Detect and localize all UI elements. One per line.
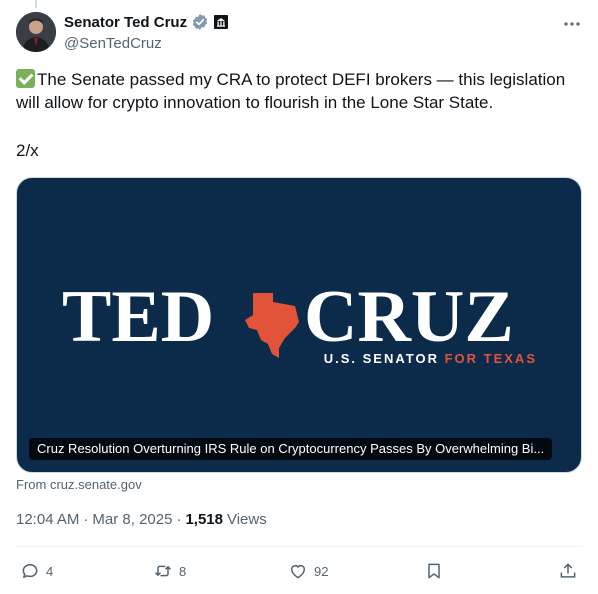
action-bar: 4 8 92	[16, 558, 582, 584]
reply-button[interactable]: 4	[20, 558, 53, 584]
more-options-icon[interactable]	[562, 14, 582, 34]
post-time[interactable]: 12:04 AM	[16, 511, 79, 528]
bookmark-button[interactable]	[424, 558, 444, 584]
thread-connector-line	[35, 0, 37, 8]
display-name[interactable]: Senator Ted Cruz	[64, 14, 187, 31]
tweet-text: The Senate passed my CRA to protect DEFI…	[16, 68, 582, 114]
bookmark-icon	[428, 563, 440, 579]
like-button[interactable]: 92	[288, 558, 328, 584]
repost-count: 8	[179, 563, 187, 579]
user-handle[interactable]: @SenTedCruz	[64, 35, 228, 52]
card-caption: Cruz Resolution Overturning IRS Rule on …	[29, 438, 553, 460]
tweet-header: Senator Ted Cruz @SenTedCruz	[16, 12, 582, 56]
avatar[interactable]	[16, 12, 56, 52]
like-count: 92	[314, 563, 329, 579]
views-label: Views	[226, 511, 267, 528]
post-date[interactable]: Mar 8, 2025	[92, 511, 172, 528]
check-mark-emoji-icon	[16, 69, 35, 88]
reply-count: 4	[46, 563, 54, 579]
share-button[interactable]	[558, 558, 578, 584]
link-source[interactable]: From cruz.senate.gov	[16, 477, 142, 492]
thread-marker: 2/x	[16, 141, 39, 160]
divider	[16, 546, 582, 547]
reply-icon	[22, 564, 38, 578]
repost-button[interactable]: 8	[153, 558, 186, 584]
ted-cruz-logo: TED CRUZ U.S. SENATOR FOR TEXAS	[62, 276, 537, 366]
government-building-icon[interactable]	[214, 15, 229, 29]
link-card[interactable]: TED CRUZ U.S. SENATOR FOR TEXAS Cruz Res…	[16, 177, 582, 473]
share-icon	[560, 563, 576, 578]
views-count: 1,518	[185, 511, 223, 528]
repost-icon	[154, 565, 172, 577]
svg-text:TED: TED	[62, 276, 214, 358]
svg-text:CRUZ: CRUZ	[304, 276, 514, 358]
tweet-body: The Senate passed my CRA to protect DEFI…	[16, 70, 566, 112]
svg-text:U.S. SENATOR FOR TEXAS: U.S. SENATOR FOR TEXAS	[324, 351, 537, 366]
tweet-metadata: 12:04 AM · Mar 8, 2025 · 1,518 Views	[16, 511, 267, 528]
verified-badge-icon[interactable]	[191, 13, 209, 31]
texas-state-icon	[245, 293, 299, 358]
heart-icon	[291, 565, 305, 579]
